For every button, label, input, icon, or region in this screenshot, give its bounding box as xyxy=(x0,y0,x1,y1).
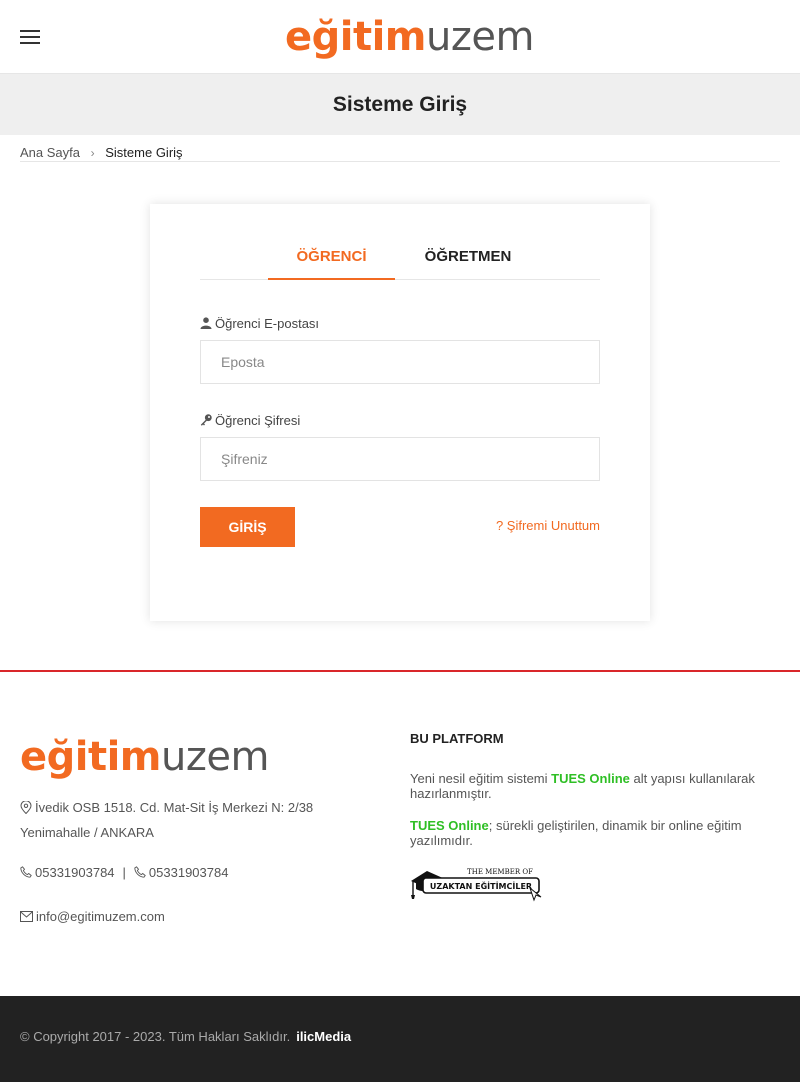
breadcrumb-current: Sisteme Giriş xyxy=(105,145,183,160)
platform-description-1: Yeni nesil eğitim sistemi TUES Online al… xyxy=(410,771,755,801)
svg-text:UZAKTAN EĞİTİMCİLER: UZAKTAN EĞİTİMCİLER xyxy=(430,880,532,891)
email-input[interactable] xyxy=(200,340,600,384)
uzaktan-egitimciler-member-badge[interactable]: THE MEMBER OF UZAKTAN EĞİTİMCİLER xyxy=(410,862,542,902)
envelope-icon xyxy=(20,911,33,922)
breadcrumb: Ana Sayfa › Sisteme Giriş xyxy=(20,144,780,162)
login-tabs: ÖĞRENCİ ÖĞRETMEN xyxy=(200,242,600,280)
login-button[interactable]: GİRİŞ xyxy=(200,507,295,547)
login-card: ÖĞRENCİ ÖĞRETMEN Öğrenci E-postası Öğren… xyxy=(150,204,650,621)
tues-online-link[interactable]: TUES Online xyxy=(551,771,630,786)
page-title: Sisteme Giriş xyxy=(332,93,468,116)
phone-icon xyxy=(20,866,32,878)
site-logo[interactable]: eğitimuzem xyxy=(285,13,534,61)
forgot-password-link[interactable]: ? Şifremi Unuttum xyxy=(496,518,600,533)
chevron-right-icon: › xyxy=(90,146,95,160)
phone-icon xyxy=(134,866,146,878)
key-icon xyxy=(200,414,212,426)
copyright-text: © Copyright 2017 - 2023. Tüm Hakları Sak… xyxy=(20,1029,352,1044)
platform-heading: BU PLATFORM xyxy=(410,731,504,746)
email-label: Öğrenci E-postası xyxy=(200,316,319,331)
phone-number-1[interactable]: 05331903784 xyxy=(35,865,115,880)
phone-number-2[interactable]: 05331903784 xyxy=(149,865,229,880)
user-icon xyxy=(200,317,212,329)
password-input[interactable] xyxy=(200,437,600,481)
tab-student[interactable]: ÖĞRENCİ xyxy=(268,242,395,280)
svg-text:THE MEMBER OF: THE MEMBER OF xyxy=(467,868,533,876)
footer-address: İvedik OSB 1518. Cd. Mat-Sit İş Merkezi … xyxy=(20,800,314,840)
footer-logo[interactable]: eğitimuzem xyxy=(20,733,269,781)
tab-teacher[interactable]: ÖĞRETMEN xyxy=(403,242,533,280)
breadcrumb-home-link[interactable]: Ana Sayfa xyxy=(20,145,80,160)
hamburger-menu-icon[interactable] xyxy=(18,26,42,46)
site-header: eğitimuzem xyxy=(0,0,800,74)
footer-email: info@egitimuzem.com xyxy=(20,909,165,924)
tues-online-link[interactable]: TUES Online xyxy=(410,818,489,833)
footer-phones: 05331903784 | 05331903784 xyxy=(20,865,228,880)
footer-divider xyxy=(0,670,800,672)
email-link[interactable]: info@egitimuzem.com xyxy=(36,909,165,924)
ilicmedia-link[interactable]: ilicMedia xyxy=(296,1029,351,1044)
platform-description-2: TUES Online; sürekli geliştirilen, dinam… xyxy=(410,818,742,848)
page-title-bar: Sisteme Giriş xyxy=(0,74,800,135)
password-label: Öğrenci Şifresi xyxy=(200,413,300,428)
map-pin-icon xyxy=(20,801,32,814)
